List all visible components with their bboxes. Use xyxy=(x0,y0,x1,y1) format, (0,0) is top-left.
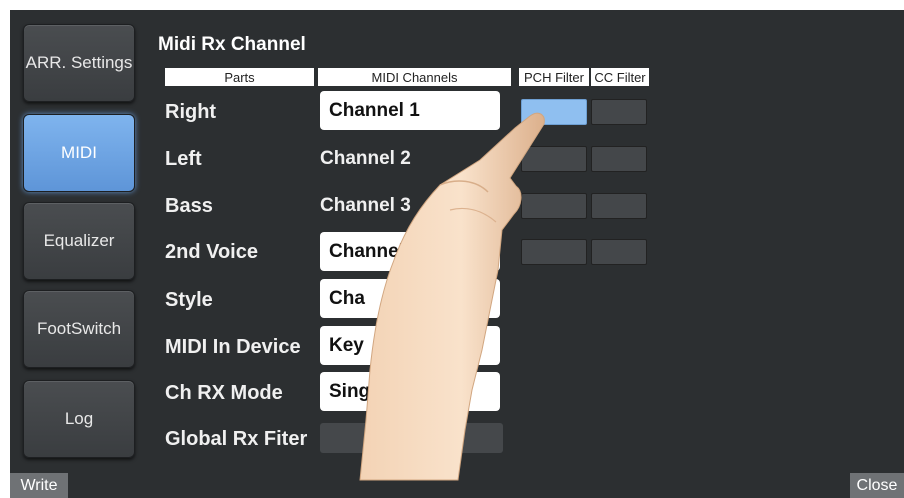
sidebar-item-footswitch[interactable]: FootSwitch xyxy=(23,290,135,368)
pch-filter-toggle-2nd-voice[interactable] xyxy=(521,239,587,265)
rx-mode-value: Single Midi Cha xyxy=(329,380,471,402)
part-label-left: Left xyxy=(165,148,202,170)
pch-filter-toggle-bass[interactable] xyxy=(521,193,587,219)
close-button[interactable]: Close xyxy=(850,473,904,498)
header-pch-filter: PCH Filter xyxy=(519,68,589,86)
header-parts: Parts xyxy=(165,68,314,86)
midi-in-device-select[interactable]: Key rd xyxy=(320,326,500,365)
part-label-global-rx-filter: Global Rx Fiter xyxy=(165,428,308,450)
write-button[interactable]: Write xyxy=(10,473,68,498)
global-rx-filter-value: Open xyxy=(391,429,432,446)
pch-filter-toggle-left[interactable] xyxy=(521,146,587,172)
write-label: Write xyxy=(20,476,58,494)
header-midi-channels: MIDI Channels xyxy=(318,68,511,86)
channel-value: Channel xyxy=(329,240,404,262)
sidebar-item-label: FootSwitch xyxy=(36,319,122,338)
device-value-tail: rd xyxy=(405,334,425,356)
page-title: Midi Rx Channel xyxy=(158,34,306,55)
sidebar-item-arr-settings[interactable]: ARR. Settings xyxy=(23,24,135,102)
channel-value: Cha xyxy=(329,287,365,309)
channel-value-bass[interactable]: Channel 3 xyxy=(320,195,411,217)
channel-select-style[interactable]: Cha o xyxy=(320,279,500,318)
pch-filter-toggle-right[interactable] xyxy=(521,99,587,125)
midi-settings-screen: ARR. Settings MIDI Equalizer FootSwitch … xyxy=(10,10,904,498)
sidebar-item-midi[interactable]: MIDI xyxy=(23,114,135,192)
sidebar-item-label: ARR. Settings xyxy=(25,53,133,72)
ch-rx-mode-select[interactable]: Single Midi Cha xyxy=(320,372,500,411)
header-cc-filter: CC Filter xyxy=(591,68,649,86)
device-value: Key xyxy=(329,334,364,356)
part-label-right: Right xyxy=(165,101,217,123)
cc-filter-toggle-right[interactable] xyxy=(591,99,647,125)
part-label-style: Style xyxy=(165,289,213,311)
sidebar-item-log[interactable]: Log xyxy=(23,380,135,458)
cc-filter-toggle-left[interactable] xyxy=(591,146,647,172)
part-label-midi-in-device: MIDI In Device xyxy=(165,336,301,358)
channel-value: Channel 1 xyxy=(329,99,420,121)
channel-select-right[interactable]: Channel 1 xyxy=(320,91,500,130)
channel-select-2nd-voice[interactable]: Channel xyxy=(320,232,500,271)
sidebar-item-label: Log xyxy=(64,409,94,428)
channel-value-tail: o xyxy=(440,287,453,309)
cc-filter-toggle-2nd-voice[interactable] xyxy=(591,239,647,265)
part-label-bass: Bass xyxy=(165,195,213,217)
global-rx-filter-button[interactable]: Open xyxy=(320,423,503,453)
part-label-ch-rx-mode: Ch RX Mode xyxy=(165,382,283,404)
cc-filter-toggle-bass[interactable] xyxy=(591,193,647,219)
part-label-2nd-voice: 2nd Voice xyxy=(165,241,258,263)
sidebar-item-label: MIDI xyxy=(61,143,97,162)
sidebar-item-label: Equalizer xyxy=(43,231,115,250)
channel-value-left[interactable]: Channel 2 xyxy=(320,148,411,170)
close-label: Close xyxy=(856,476,898,494)
sidebar-item-equalizer[interactable]: Equalizer xyxy=(23,202,135,280)
